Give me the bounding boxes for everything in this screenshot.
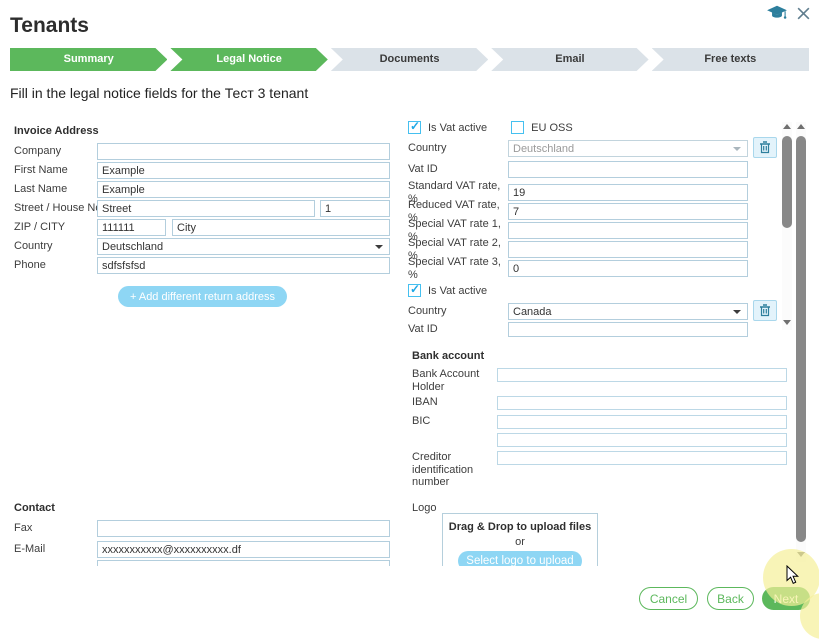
contact-section-title: Contact [14,502,55,514]
vat2-country-row: Country Canada [408,303,748,320]
vat1-vatid-row: Vat ID [408,161,748,178]
zip-input[interactable] [97,219,166,236]
vat2-vatid-row: Vat ID [408,322,748,337]
vat1-vatid-input[interactable] [508,161,748,178]
add-return-address-button[interactable]: + Add different return address [118,286,287,307]
fax-label: Fax [14,522,97,535]
country-label: Country [14,240,97,253]
vat2-is-vat-active-checkbox[interactable] [408,284,421,297]
back-button[interactable]: Back [707,587,754,610]
vat2-checkbox-row: Is Vat active [408,284,648,297]
phone-label: Phone [14,259,97,272]
bank-extra-input[interactable] [497,433,787,447]
bank-holder-row: Bank Account Holder [412,368,787,393]
trash-icon [759,304,771,317]
outer-scrollbar-thumb[interactable] [796,136,806,542]
street-input[interactable] [97,200,315,217]
first-name-input[interactable] [97,162,390,179]
country-row: Country Deutschland [14,238,390,255]
street-house-label: Street / House No [14,202,97,215]
chevron-down-icon [733,147,741,151]
bic-row: BIC [412,415,787,429]
contact-partial-input[interactable] [97,560,390,566]
cursor-icon [786,565,799,590]
iban-label: IBAN [412,396,497,409]
iban-input[interactable] [497,396,787,410]
company-label: Company [14,145,97,158]
inner-scrollbar[interactable] [782,122,792,330]
first-name-row: First Name [14,162,390,179]
last-name-input[interactable] [97,181,390,198]
is-vat-active-checkbox[interactable] [408,121,421,134]
eu-oss-label: EU OSS [531,122,573,134]
house-no-input[interactable] [320,200,390,217]
drag-drop-text: Drag & Drop to upload files [443,521,597,533]
form-panel: Invoice Address Company First Name Last … [0,0,819,566]
bank-holder-input[interactable] [497,368,787,382]
special-vat3-row: Special VAT rate 3, % [408,256,748,281]
email-label: E-Mail [14,543,97,556]
logo-label: Logo [412,502,436,514]
bank-account-section-title: Bank account [412,350,484,362]
email-row: E-Mail [14,541,390,558]
vat1-country-label: Country [408,142,508,155]
inner-scrollbar-thumb[interactable] [782,136,792,228]
vat-checkbox-row: Is Vat active EU OSS [408,121,648,134]
zip-city-row: ZIP / CITY [14,219,390,236]
next-button[interactable]: Next [762,587,810,610]
inner-scroll-up-icon[interactable] [783,124,791,129]
company-row: Company [14,143,390,160]
vat2-is-vat-active-label: Is Vat active [428,285,487,297]
zip-city-label: ZIP / CITY [14,221,97,234]
bank-holder-label: Bank Account Holder [412,368,497,393]
vat1-country-dropdown[interactable]: Deutschland [508,140,748,157]
street-house-row: Street / House No [14,200,390,217]
vat2-country-label: Country [408,305,508,318]
phone-row: Phone [14,257,390,274]
trash-icon [759,141,771,154]
or-text: or [443,536,597,548]
fax-row: Fax [14,520,390,537]
vat2-vatid-label: Vat ID [408,323,508,336]
vat2-vatid-input[interactable] [508,322,748,337]
outer-scroll-down-icon[interactable] [797,552,805,557]
chevron-down-icon [733,310,741,314]
city-input[interactable] [172,219,390,236]
vat1-vatid-label: Vat ID [408,163,508,176]
vat2-delete-button[interactable] [753,300,777,321]
cancel-button[interactable]: Cancel [639,587,698,610]
invoice-address-section-title: Invoice Address [14,125,99,137]
logo-dropzone[interactable]: Drag & Drop to upload files or Select lo… [442,513,598,566]
eu-oss-checkbox[interactable] [511,121,524,134]
email-input[interactable] [97,541,390,558]
country-dropdown[interactable]: Deutschland [97,238,390,255]
special-vat3-input[interactable] [508,260,748,277]
creditor-input[interactable] [497,451,787,465]
first-name-label: First Name [14,164,97,177]
vat1-country-row: Country Deutschland [408,140,748,157]
vat1-delete-button[interactable] [753,137,777,158]
phone-input[interactable] [97,257,390,274]
iban-row: IBAN [412,396,787,410]
contact-partial-row [14,560,390,566]
outer-scrollbar[interactable] [796,122,806,562]
outer-scroll-up-icon[interactable] [797,124,805,129]
creditor-row: Creditor identification number [412,451,787,489]
last-name-label: Last Name [14,183,97,196]
select-logo-button[interactable]: Select logo to upload [458,551,582,566]
fax-input[interactable] [97,520,390,537]
vat2-country-dropdown[interactable]: Canada [508,303,748,320]
is-vat-active-label: Is Vat active [428,122,487,134]
last-name-row: Last Name [14,181,390,198]
special-vat3-label: Special VAT rate 3, % [408,256,508,281]
bic-input[interactable] [497,415,787,429]
bic-label: BIC [412,415,497,428]
company-input[interactable] [97,143,390,160]
creditor-label: Creditor identification number [412,451,482,489]
chevron-down-icon [375,245,383,249]
inner-scroll-down-icon[interactable] [783,320,791,325]
bank-extra-row [412,433,787,447]
